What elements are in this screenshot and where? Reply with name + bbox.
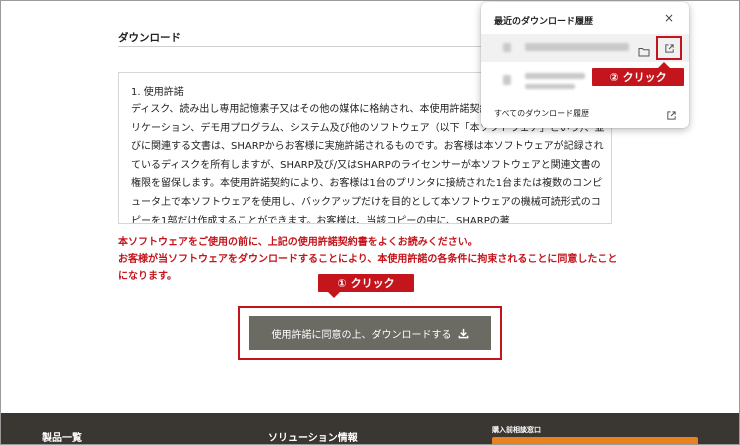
download-icon <box>458 328 469 339</box>
callout-step-2-label: ② クリック <box>609 71 667 84</box>
folder-icon[interactable] <box>638 42 650 61</box>
popup-close-glyph: × <box>663 11 675 25</box>
download-item-1[interactable] <box>481 34 689 62</box>
agree-download-button[interactable]: 使用許諾に同意の上、ダウンロードする <box>249 316 491 350</box>
file-info-blurred <box>525 84 575 89</box>
section-heading: ダウンロード <box>118 32 181 44</box>
footer-solutions-link[interactable]: ソリューション情報 <box>268 429 358 444</box>
callout-step-1-label: ① クリック <box>337 277 395 290</box>
file-type-icon-blurred <box>503 43 511 52</box>
footer-consult-button[interactable] <box>492 437 698 445</box>
download-button-label: 使用許諾に同意の上、ダウンロードする <box>271 329 452 341</box>
all-downloads-link[interactable]: すべてのダウンロード履歴 <box>494 108 589 119</box>
close-icon[interactable]: × <box>661 10 677 26</box>
callout-step-2-tail <box>658 62 670 68</box>
footer-consult-label: 購入前相談窓口 <box>492 426 541 434</box>
popup-title: 最近のダウンロード履歴 <box>494 17 594 27</box>
callout-step-1: ① クリック <box>318 274 414 298</box>
callout-step-2: ② クリック <box>592 62 684 86</box>
site-footer: 製品一覧 ソリューション情報 購入前相談窓口 <box>0 413 740 445</box>
footer-products-link[interactable]: 製品一覧 <box>42 429 82 444</box>
open-external-icon[interactable] <box>666 106 677 125</box>
download-history-popup: 最近のダウンロード履歴 × ② クリック すべてのダウンロード履歴 <box>481 2 689 128</box>
file-name-blurred <box>525 73 585 79</box>
license-title: 1. 使用許諾 <box>131 87 184 98</box>
callout-step-1-tail <box>328 292 340 298</box>
file-name-blurred <box>525 43 629 51</box>
file-type-icon-blurred <box>503 75 511 85</box>
warning-line-1: 本ソフトウェアをご使用の前に、上記の使用許諾契約書をよくお読みください。 <box>118 237 478 248</box>
open-external-icon[interactable] <box>656 36 682 60</box>
